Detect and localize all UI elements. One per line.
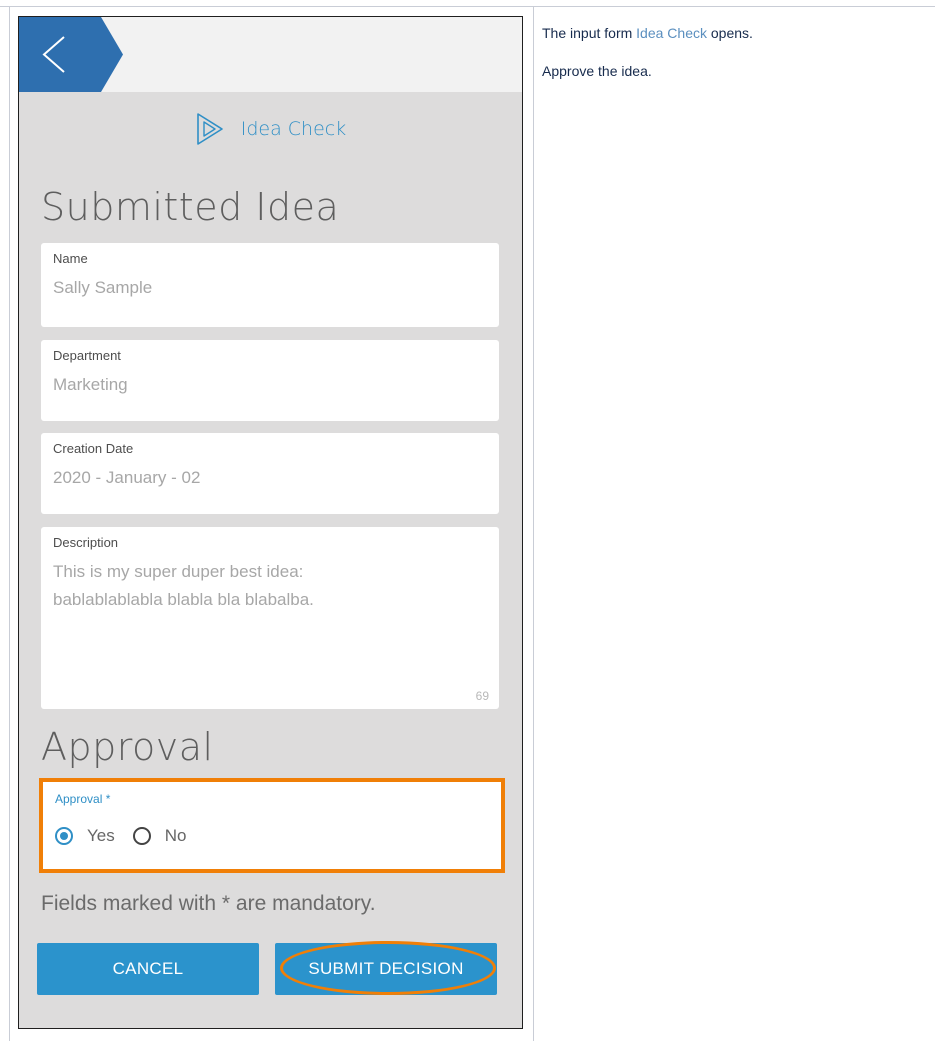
form-brand: Idea Check xyxy=(19,111,522,147)
creation-date-field: Creation Date 2020 - January - 02 xyxy=(41,433,499,514)
department-field-label: Department xyxy=(53,348,121,363)
name-field: Name Sally Sample xyxy=(41,243,499,327)
approval-field: Approval * Yes No xyxy=(39,778,505,873)
approval-radio-group: Yes No xyxy=(55,826,204,846)
back-button[interactable] xyxy=(19,17,129,92)
name-field-label: Name xyxy=(53,251,88,266)
table-border-left xyxy=(9,6,10,1041)
approval-field-label: Approval * xyxy=(55,792,111,806)
radio-unchecked-icon[interactable] xyxy=(132,827,151,845)
mandatory-note: Fields marked with * are mandatory. xyxy=(41,892,376,915)
document-table: Idea Check Submitted Idea Name Sally Sam… xyxy=(0,0,935,1041)
app-header xyxy=(19,17,522,92)
approval-no-label: No xyxy=(164,826,187,845)
description-field-value: This is my super duper best idea: bablab… xyxy=(53,562,314,609)
instruction-suffix: opens. xyxy=(706,25,753,41)
idea-check-link[interactable]: Idea Check xyxy=(636,25,707,41)
form-screenshot: Idea Check Submitted Idea Name Sally Sam… xyxy=(18,16,523,1029)
submitted-idea-heading: Submitted Idea xyxy=(41,185,340,229)
instruction-prefix: The input form xyxy=(542,25,637,41)
play-triangle-icon xyxy=(196,113,223,145)
name-field-value: Sally Sample xyxy=(53,278,153,297)
description-char-count: 69 xyxy=(475,689,489,703)
submit-decision-button[interactable]: SUBMIT DECISION xyxy=(275,943,497,995)
creation-date-field-label: Creation Date xyxy=(53,441,134,456)
instructions-cell: The input form Idea Check opens. Approve… xyxy=(542,24,922,100)
approval-heading: Approval xyxy=(41,725,214,769)
radio-checked-icon[interactable] xyxy=(55,827,73,845)
cancel-button[interactable]: CANCEL xyxy=(37,943,259,995)
approval-yes-label: Yes xyxy=(87,826,115,845)
creation-date-field-value: 2020 - January - 02 xyxy=(53,468,201,487)
department-field: Department Marketing xyxy=(41,340,499,421)
approval-yes-radio[interactable]: Yes xyxy=(55,826,115,846)
department-field-value: Marketing xyxy=(53,375,128,394)
approval-no-radio[interactable]: No xyxy=(132,826,187,846)
table-border-top xyxy=(0,6,935,7)
description-field: Description This is my super duper best … xyxy=(41,527,499,709)
description-field-label: Description xyxy=(53,535,119,550)
table-border-divider xyxy=(533,6,534,1041)
instruction-line-2: Approve the idea. xyxy=(542,63,652,79)
form-title: Idea Check xyxy=(240,118,347,140)
instruction-line-1: The input form Idea Check opens. xyxy=(542,24,922,42)
